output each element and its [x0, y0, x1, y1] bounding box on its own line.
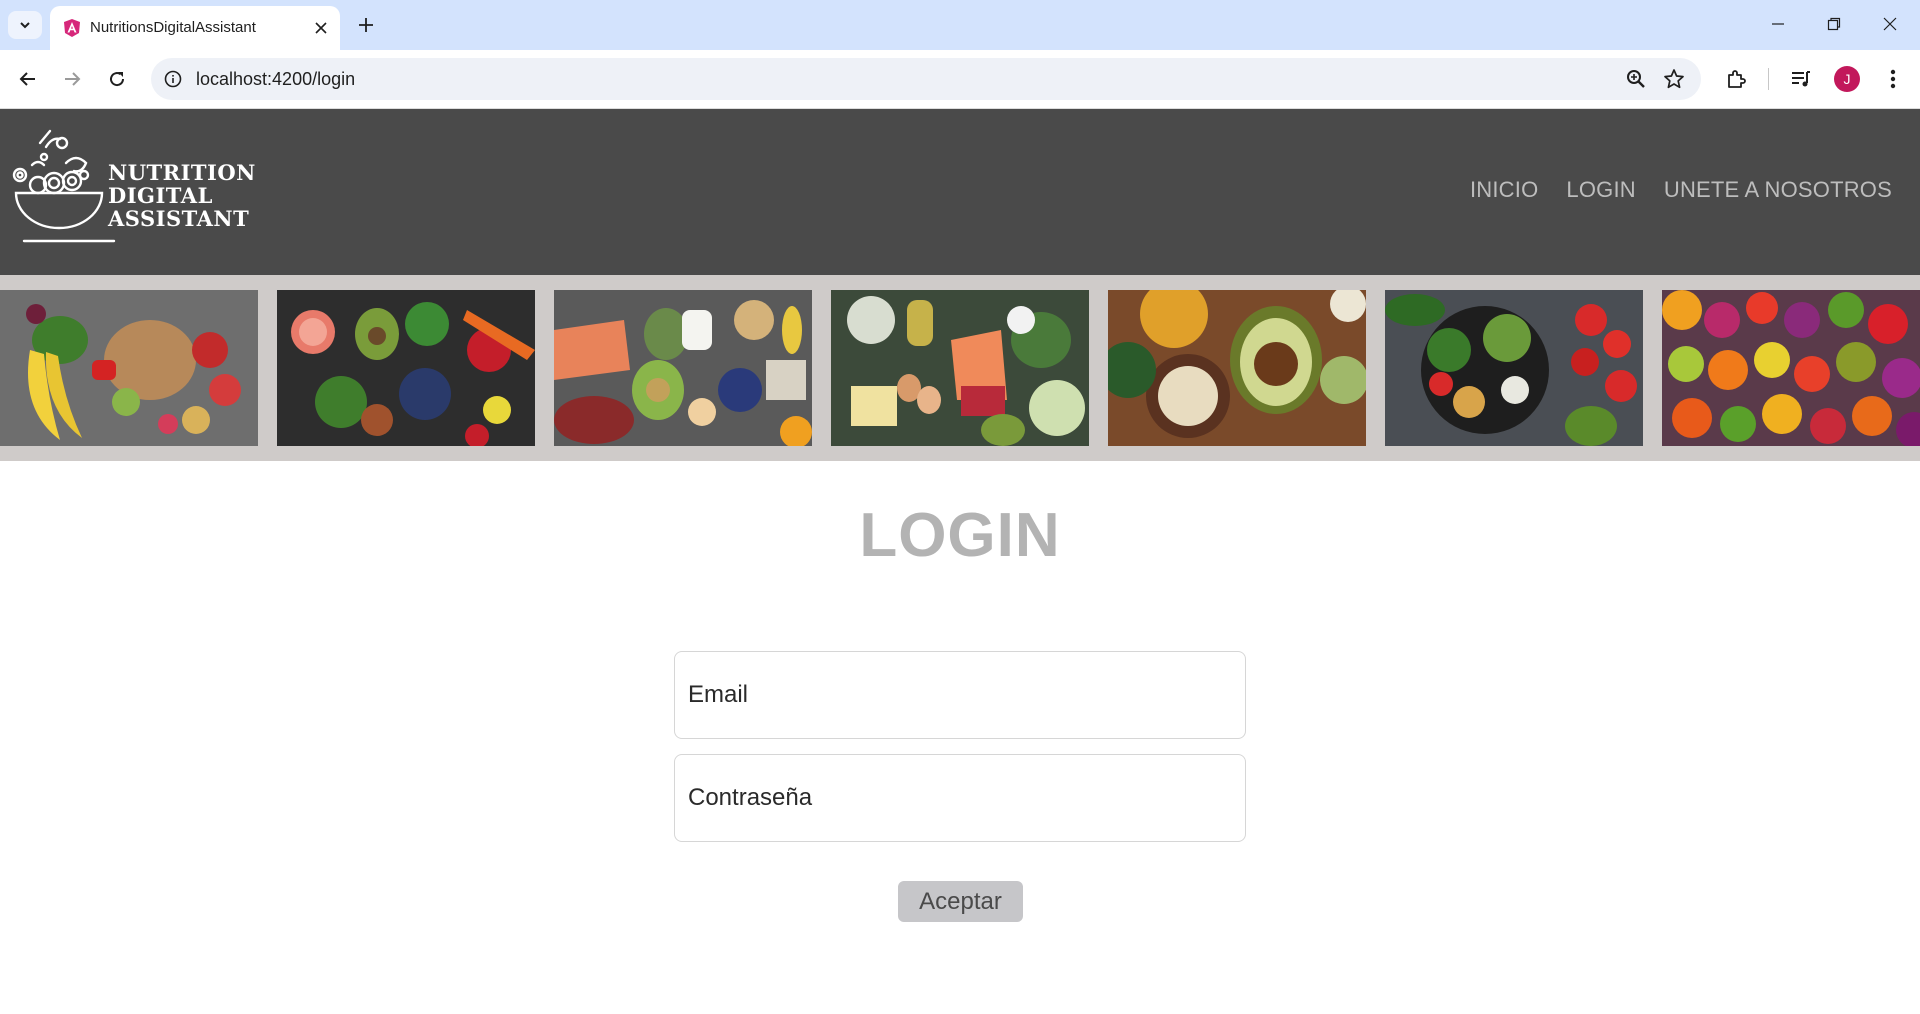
angular-favicon-icon: [64, 19, 80, 37]
minimize-icon[interactable]: [1758, 8, 1798, 40]
fruit-vegetables-bread-photo: [0, 290, 258, 446]
email-field[interactable]: [674, 651, 1246, 739]
toolbar-divider: [1768, 68, 1769, 90]
close-window-icon[interactable]: [1870, 8, 1910, 40]
brand-line: DIGITAL: [108, 183, 213, 208]
forward-icon[interactable]: [56, 63, 88, 95]
restore-icon[interactable]: [1814, 8, 1854, 40]
page-title: LOGIN: [859, 501, 1061, 570]
food-gallery: [0, 275, 1920, 461]
main-nav: INICIO LOGIN UNETE A NOSOTROS: [1470, 177, 1892, 203]
url-text[interactable]: localhost:4200/login: [196, 69, 355, 90]
email-input[interactable]: [675, 652, 1245, 738]
password-input[interactable]: [675, 755, 1245, 841]
zoom-icon[interactable]: [1625, 68, 1647, 90]
salad-bowl-tomatoes-photo: [1385, 290, 1643, 446]
media-icon[interactable]: [1786, 64, 1816, 94]
tab-title: NutritionsDigitalAssistant: [90, 19, 256, 36]
address-bar[interactable]: localhost:4200/login: [151, 58, 1701, 100]
avatar[interactable]: J: [1834, 66, 1860, 92]
brand-name: NUTRITION DIGITAL ASSISTANT: [108, 161, 256, 230]
salmon-vegetables-eggs-photo: [831, 290, 1089, 446]
nav-inicio[interactable]: INICIO: [1470, 177, 1538, 203]
brand-line: NUTRITION: [108, 160, 256, 185]
info-icon[interactable]: [162, 68, 184, 90]
colorful-fruits-photo: [1662, 290, 1920, 446]
fish-meat-vegetables-photo: [554, 290, 812, 446]
nav-unete[interactable]: UNETE A NOSOTROS: [1664, 177, 1892, 203]
browser-tabstrip: NutritionsDigitalAssistant: [0, 0, 1920, 50]
reload-icon[interactable]: [101, 63, 133, 95]
menu-icon[interactable]: [1878, 64, 1908, 94]
back-icon[interactable]: [12, 63, 44, 95]
vegetables-fruits-berries-photo: [277, 290, 535, 446]
accept-button[interactable]: Aceptar: [898, 881, 1023, 922]
plus-icon[interactable]: [353, 12, 379, 38]
star-icon[interactable]: [1663, 68, 1685, 90]
browser-tab[interactable]: NutritionsDigitalAssistant: [50, 6, 340, 50]
brand-line: ASSISTANT: [108, 206, 250, 231]
browser-toolbar: localhost:4200/login: [0, 50, 1920, 109]
tab-search-icon[interactable]: [8, 11, 42, 39]
close-icon[interactable]: [310, 17, 332, 39]
avocado-spices-oats-photo: [1108, 290, 1366, 446]
site-header: NUTRITION DIGITAL ASSISTANT INICIO LOGIN…: [0, 109, 1920, 275]
extensions-icon[interactable]: [1721, 64, 1751, 94]
nav-login[interactable]: LOGIN: [1566, 177, 1635, 203]
password-field[interactable]: [674, 754, 1246, 842]
